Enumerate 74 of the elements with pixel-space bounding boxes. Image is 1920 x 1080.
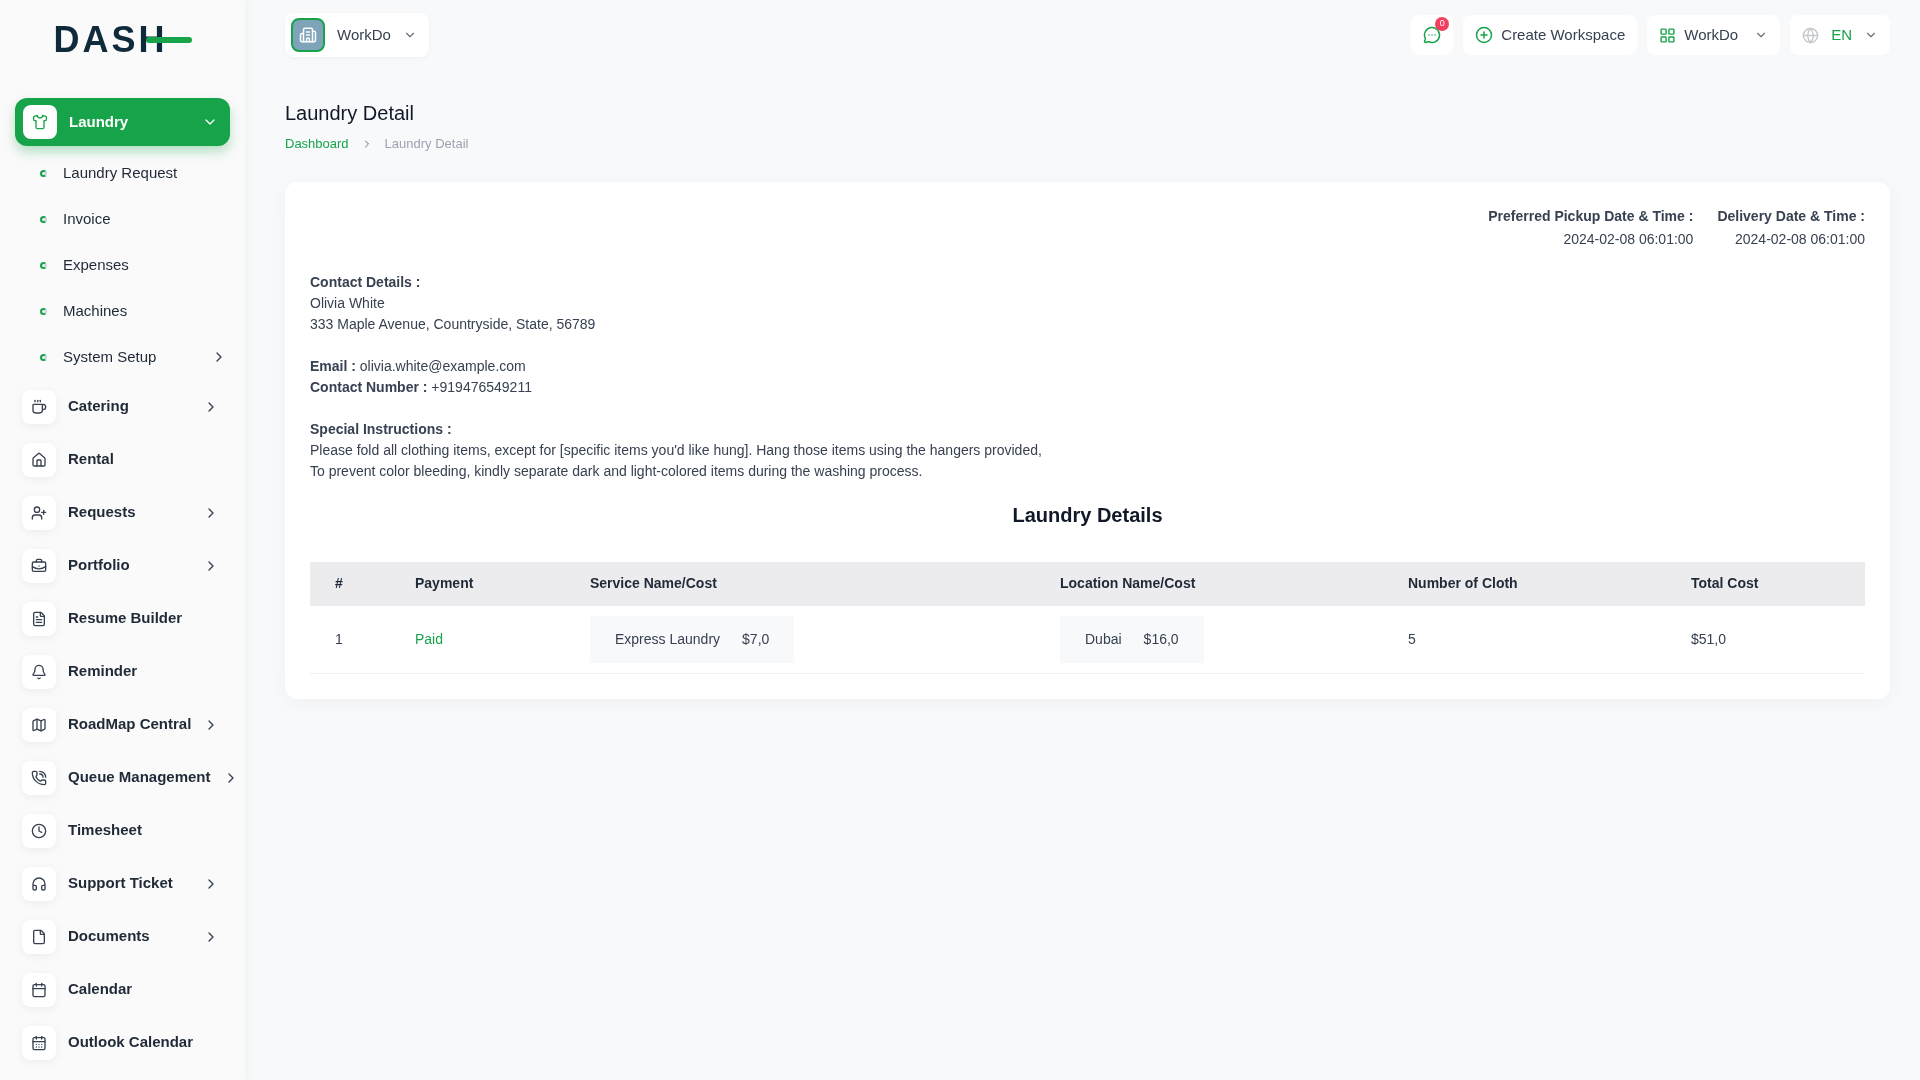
sidebar-item[interactable]: Calendar (22, 963, 223, 1016)
breadcrumb-current: Laundry Detail (384, 135, 469, 153)
globe-icon (1802, 26, 1820, 44)
contact-heading: Contact Details : (310, 272, 421, 292)
house-icon (31, 451, 47, 468)
column-header: Number of Cloth (1408, 561, 1691, 606)
grid-icon (1659, 26, 1677, 44)
page-title: Laundry Detail (285, 101, 414, 126)
table-cell: $51,0 (1691, 605, 1865, 674)
sidebar-item[interactable]: Documents (22, 910, 223, 963)
date-label: Delivery Date & Time : (1717, 206, 1865, 226)
sidebar-item[interactable]: Timesheet (22, 804, 223, 857)
sidebar-item[interactable]: Reminder (22, 645, 223, 698)
sidebar-item[interactable]: Queue Management (22, 751, 223, 804)
sidebar-item[interactable]: Resume Builder (22, 592, 223, 645)
date-value: 2024-02-08 06:01:00 (1735, 229, 1865, 249)
sidebar-item[interactable]: RoadMap Central (22, 698, 223, 751)
sidebar-item[interactable]: Requests (22, 486, 223, 539)
bullet-icon (40, 169, 47, 177)
briefcase-icon (31, 557, 47, 574)
instructions-heading: Special Instructions : (310, 419, 452, 439)
email-text: Email : olivia.white@example.com (310, 356, 526, 376)
document-icon (31, 610, 47, 627)
map-icon (31, 716, 47, 733)
user-plus-icon (31, 504, 47, 521)
workspace-menu[interactable]: WorkDo (1647, 15, 1781, 55)
building-icon (299, 26, 317, 44)
date-value: 2024-02-08 06:01:00 (1563, 229, 1694, 249)
create-workspace-button[interactable]: Create Workspace (1463, 15, 1638, 55)
shirt-icon (32, 114, 48, 130)
sidebar-item[interactable]: Portfolio (22, 539, 223, 592)
chat-icon (1423, 26, 1442, 44)
instructions-text: Please fold all clothing items, except for [specific items you'd like hung]. Hang those items using the hangers provided, (310, 440, 1042, 460)
messages-button[interactable]: 0 (1411, 15, 1454, 55)
submenu-item[interactable]: Invoice (40, 196, 227, 242)
sidebar-item[interactable]: Outlook Calendar (22, 1016, 223, 1069)
headphones-icon (31, 875, 47, 892)
plus-circle-icon (1475, 26, 1494, 44)
calendar-icon (31, 981, 47, 998)
column-header: Total Cost (1691, 561, 1865, 606)
notification-badge: 0 (1435, 17, 1450, 31)
sidebar-item[interactable]: Rental (22, 433, 223, 486)
bullet-icon (40, 215, 47, 223)
bullet-icon (40, 353, 47, 361)
bullet-icon (40, 307, 47, 315)
cup-icon (31, 398, 47, 415)
document-icon (31, 928, 47, 945)
service-chip: Express Laundry $7,0 (590, 615, 795, 663)
clock-icon (31, 822, 47, 839)
date-label: Preferred Pickup Date & Time : (1488, 206, 1694, 226)
table-cell: 1 (310, 605, 415, 674)
phone-icon (31, 769, 47, 786)
location-chip: Dubai $16,0 (1060, 615, 1204, 663)
column-header: # (310, 561, 415, 606)
column-header: Location Name/Cost (1060, 561, 1408, 606)
sidebar-item[interactable]: Support Ticket (22, 857, 223, 910)
sidebar-item[interactable]: Catering (22, 380, 223, 433)
submenu-item[interactable]: Expenses (40, 242, 227, 288)
workspace-selector[interactable]: WorkDo (285, 13, 429, 57)
bullet-icon (40, 261, 47, 269)
customer-address: 333 Maple Avenue, Countryside, State, 56789 (310, 314, 596, 334)
bell-icon (31, 663, 47, 680)
column-header: Service Name/Cost (590, 561, 1060, 606)
phone-text: Contact Number : +919476549211 (310, 377, 532, 397)
submenu-item[interactable]: System Setup (40, 334, 227, 380)
payment-status: Paid (415, 605, 590, 674)
table-title: Laundry Details (1011, 502, 1164, 528)
column-header: Payment (415, 561, 590, 606)
submenu-item[interactable]: Machines (40, 288, 227, 334)
submenu-item[interactable]: Laundry Request (40, 150, 227, 196)
instructions-text: To prevent color bleeding, kindly separate dark and light-colored items during the washing process. (310, 461, 923, 481)
customer-name: Olivia White (310, 293, 385, 313)
table-cell: 5 (1408, 605, 1691, 674)
calendar-icon (31, 1034, 47, 1051)
